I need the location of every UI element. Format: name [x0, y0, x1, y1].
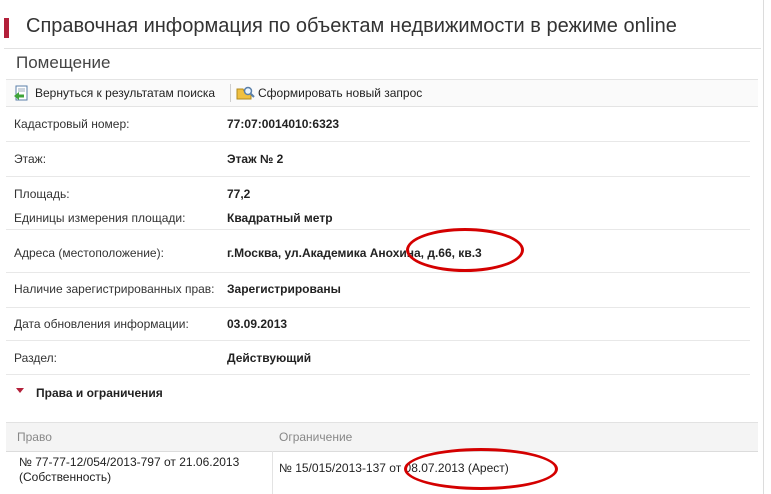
title-accent-bar [4, 18, 9, 38]
rights-section-toggle[interactable]: Права и ограничения [6, 375, 758, 408]
field-value: 77,2 [227, 187, 251, 201]
back-to-results-button[interactable]: Вернуться к результатам поиска [13, 83, 229, 103]
field-label: Раздел: [14, 351, 57, 365]
field-label: Адреса (местоположение): [14, 246, 164, 260]
field-row-cadastral-number: Кадастровый номер: 77:07:0014010:6323 [6, 106, 750, 142]
field-label: Дата обновления информации: [14, 317, 189, 331]
field-label: Этаж: [14, 152, 47, 166]
field-value: Этаж № 2 [227, 152, 284, 166]
new-request-button[interactable]: Сформировать новый запрос [236, 83, 436, 103]
field-label: Наличие зарегистрированных прав: [14, 282, 215, 296]
field-value: г.Москва, ул.Академика Анохина, д.66, кв… [227, 246, 482, 260]
rights-cell: № 77-77-12/054/2013-797 от 21.06.2013 (С… [19, 455, 269, 485]
rights-column-header: Право [17, 430, 52, 444]
field-row-registered-rights: Наличие зарегистрированных прав: Зарегис… [6, 273, 750, 308]
rights-section-title: Права и ограничения [36, 386, 163, 400]
restriction-cell: № 15/015/2013-137 от 08.07.2013 (Арест) [279, 461, 509, 475]
rights-cell-line: (Собственность) [19, 470, 112, 484]
field-row-floor: Этаж: Этаж № 2 [6, 142, 750, 177]
back-document-icon [14, 85, 28, 101]
field-label: Кадастровый номер: [14, 117, 130, 131]
field-row-area: Площадь: 77,2 Единицы измерения площади:… [6, 177, 750, 230]
page-title: Справочная информация по объектам недвиж… [26, 15, 677, 37]
rights-table-header: Право Ограничение [6, 422, 758, 452]
field-value: 77:07:0014010:6323 [227, 117, 340, 131]
field-value: Квадратный метр [227, 211, 333, 225]
collapse-arrow-icon [16, 388, 24, 393]
table-row: № 77-77-12/054/2013-797 от 21.06.2013 (С… [6, 451, 758, 494]
back-to-results-label: Вернуться к результатам поиска [35, 86, 216, 100]
field-row-section: Раздел: Действующий [6, 341, 750, 375]
field-label: Площадь: [14, 187, 70, 201]
field-value: 03.09.2013 [227, 317, 288, 331]
column-divider [272, 451, 273, 494]
new-request-label: Сформировать новый запрос [258, 86, 423, 100]
toolbar-separator [230, 84, 231, 102]
field-label: Единицы измерения площади: [14, 211, 186, 225]
section-title: Помещение [16, 53, 111, 72]
toolbar: Вернуться к результатам поиска Сформиров… [6, 79, 758, 107]
rights-cell-line: № 77-77-12/054/2013-797 от 21.06.2013 [19, 455, 240, 469]
page-right-border [763, 0, 764, 494]
restriction-column-header: Ограничение [279, 430, 353, 444]
field-value: Зарегистрированы [227, 282, 341, 296]
new-request-search-icon [236, 86, 255, 100]
page-header: Справочная информация по объектам недвиж… [4, 0, 761, 49]
field-row-update-date: Дата обновления информации: 03.09.2013 [6, 308, 750, 341]
field-row-address: Адреса (местоположение): г.Москва, ул.Ак… [6, 230, 750, 273]
field-value: Действующий [227, 351, 312, 365]
